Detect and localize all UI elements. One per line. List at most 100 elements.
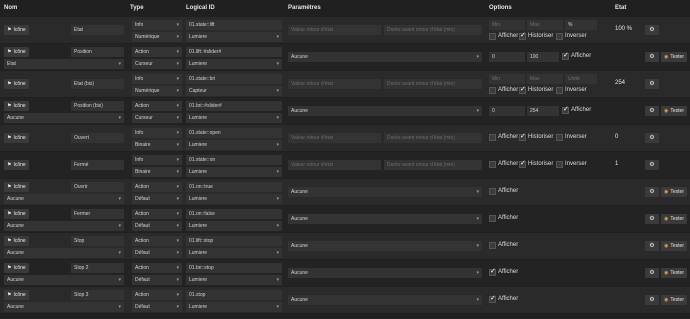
afficher-checkbox[interactable]: [489, 215, 496, 222]
historiser-checkbox[interactable]: [519, 132, 526, 141]
subtype-select[interactable]: Binaire: [132, 140, 182, 150]
tester-button[interactable]: ◉ Tester: [661, 106, 687, 116]
icone-button[interactable]: ⚑ Icône: [4, 79, 29, 89]
tester-button[interactable]: ◉ Tester: [661, 268, 687, 278]
return-state-value-input[interactable]: Valeur retour d'état: [288, 25, 381, 35]
gears-icon[interactable]: ⚙: [645, 241, 659, 251]
generic-type-select[interactable]: Lumiere: [186, 59, 282, 69]
type-select[interactable]: Info: [132, 128, 182, 138]
historiser-checkbox[interactable]: [519, 159, 526, 168]
command-name-input[interactable]: Ouvrir: [71, 182, 124, 192]
logical-id-input[interactable]: 01.on::true: [186, 182, 282, 192]
type-select[interactable]: Action: [132, 182, 182, 192]
afficher-checkbox[interactable]: [489, 33, 496, 40]
min-input[interactable]: 0: [489, 106, 525, 116]
afficher-checkbox[interactable]: [489, 134, 496, 141]
type-select[interactable]: Info: [132, 155, 182, 165]
logical-id-input[interactable]: 01.bri::stop: [186, 263, 282, 273]
command-name-input[interactable]: Fermé: [71, 160, 124, 170]
value-select[interactable]: Aucune: [4, 221, 124, 231]
subtype-select[interactable]: Numérique: [132, 86, 182, 96]
subtype-select[interactable]: Défaut: [132, 248, 182, 258]
icone-button[interactable]: ⚑ Icône: [4, 101, 29, 111]
afficher-checkbox[interactable]: [489, 161, 496, 168]
generic-type-select[interactable]: Lumiere: [186, 167, 282, 177]
min-input[interactable]: Min: [489, 74, 525, 84]
icone-button[interactable]: ⚑ Icône: [4, 290, 29, 300]
icone-button[interactable]: ⚑ Icône: [4, 182, 29, 192]
icone-button[interactable]: ⚑ Icône: [4, 133, 29, 143]
gears-icon[interactable]: ⚙: [645, 133, 659, 143]
gears-icon[interactable]: ⚙: [645, 187, 659, 197]
command-name-input[interactable]: Position (bis): [71, 101, 124, 111]
subtype-select[interactable]: Curseur: [132, 113, 182, 123]
tester-button[interactable]: ◉ Tester: [661, 187, 687, 197]
parameter-select[interactable]: Aucune: [288, 106, 482, 116]
subtype-select[interactable]: Défaut: [132, 221, 182, 231]
max-input[interactable]: Max: [527, 74, 563, 84]
generic-type-select[interactable]: Lumiere: [186, 248, 282, 258]
icone-button[interactable]: ⚑ Icône: [4, 25, 29, 35]
parameter-select[interactable]: Aucune: [288, 214, 482, 224]
command-name-input[interactable]: Ouvert: [71, 133, 124, 143]
return-state-value-input[interactable]: Valeur retour d'état: [288, 133, 381, 143]
parameter-select[interactable]: Aucune: [288, 52, 482, 62]
logical-id-input[interactable]: 01.bri::#slider#: [186, 101, 282, 111]
icone-button[interactable]: ⚑ Icône: [4, 263, 29, 273]
inverser-checkbox[interactable]: [556, 87, 563, 94]
value-select[interactable]: Aucune: [4, 302, 124, 312]
inverser-checkbox[interactable]: [556, 33, 563, 40]
gears-icon[interactable]: ⚙: [645, 79, 659, 89]
tester-button[interactable]: ◉ Tester: [661, 214, 687, 224]
gears-icon[interactable]: ⚙: [645, 25, 659, 35]
return-state-duration-input[interactable]: Durée avant retour d'état (min): [384, 160, 482, 170]
logical-id-input[interactable]: 01.lift::stop: [186, 236, 282, 246]
parameter-select[interactable]: Aucune: [288, 268, 482, 278]
logical-id-input[interactable]: 01.state::on: [186, 155, 282, 165]
gears-icon[interactable]: ⚙: [645, 52, 659, 62]
value-select[interactable]: Aucune: [4, 194, 124, 204]
type-select[interactable]: Action: [132, 290, 182, 300]
type-select[interactable]: Action: [132, 209, 182, 219]
logical-id-input[interactable]: 01.on::false: [186, 209, 282, 219]
subtype-select[interactable]: Curseur: [132, 59, 182, 69]
historiser-checkbox[interactable]: [519, 85, 526, 94]
command-name-input[interactable]: Etat: [71, 25, 124, 35]
afficher-checkbox[interactable]: [489, 242, 496, 249]
min-input[interactable]: Min: [489, 20, 525, 30]
afficher-checkbox[interactable]: [562, 105, 569, 114]
subtype-select[interactable]: Binaire: [132, 167, 182, 177]
generic-type-select[interactable]: Lumiere: [186, 302, 282, 312]
value-select[interactable]: Aucune: [4, 275, 124, 285]
subtype-select[interactable]: Défaut: [132, 275, 182, 285]
command-name-input[interactable]: Position: [71, 47, 124, 57]
type-select[interactable]: Info: [132, 20, 182, 30]
icone-button[interactable]: ⚑ Icône: [4, 209, 29, 219]
generic-type-select[interactable]: Lumiere: [186, 194, 282, 204]
type-select[interactable]: Action: [132, 101, 182, 111]
tester-button[interactable]: ◉ Tester: [661, 241, 687, 251]
command-name-input[interactable]: Stop 3: [71, 290, 124, 300]
return-state-duration-input[interactable]: Durée avant retour d'état (min): [384, 25, 482, 35]
gears-icon[interactable]: ⚙: [645, 214, 659, 224]
inverser-checkbox[interactable]: [556, 134, 563, 141]
value-select[interactable]: Aucune: [4, 248, 124, 258]
tester-button[interactable]: ◉ Tester: [661, 52, 687, 62]
parameter-select[interactable]: Aucune: [288, 241, 482, 251]
command-name-input[interactable]: Stop 2: [71, 263, 124, 273]
afficher-checkbox[interactable]: [489, 87, 496, 94]
unit-input[interactable]: %: [565, 20, 597, 30]
afficher-checkbox[interactable]: [562, 51, 569, 60]
logical-id-input[interactable]: 01.state::lift: [186, 20, 282, 30]
afficher-checkbox[interactable]: [489, 188, 496, 195]
gears-icon[interactable]: ⚙: [645, 268, 659, 278]
type-select[interactable]: Action: [132, 236, 182, 246]
max-input[interactable]: 100: [527, 52, 559, 62]
return-state-value-input[interactable]: Valeur retour d'état: [288, 79, 381, 89]
logical-id-input[interactable]: 01.lift::#slider#: [186, 47, 282, 57]
tester-button[interactable]: ◉ Tester: [661, 295, 687, 305]
type-select[interactable]: Info: [132, 74, 182, 84]
max-input[interactable]: 254: [527, 106, 559, 116]
type-select[interactable]: Action: [132, 263, 182, 273]
type-select[interactable]: Action: [132, 47, 182, 57]
